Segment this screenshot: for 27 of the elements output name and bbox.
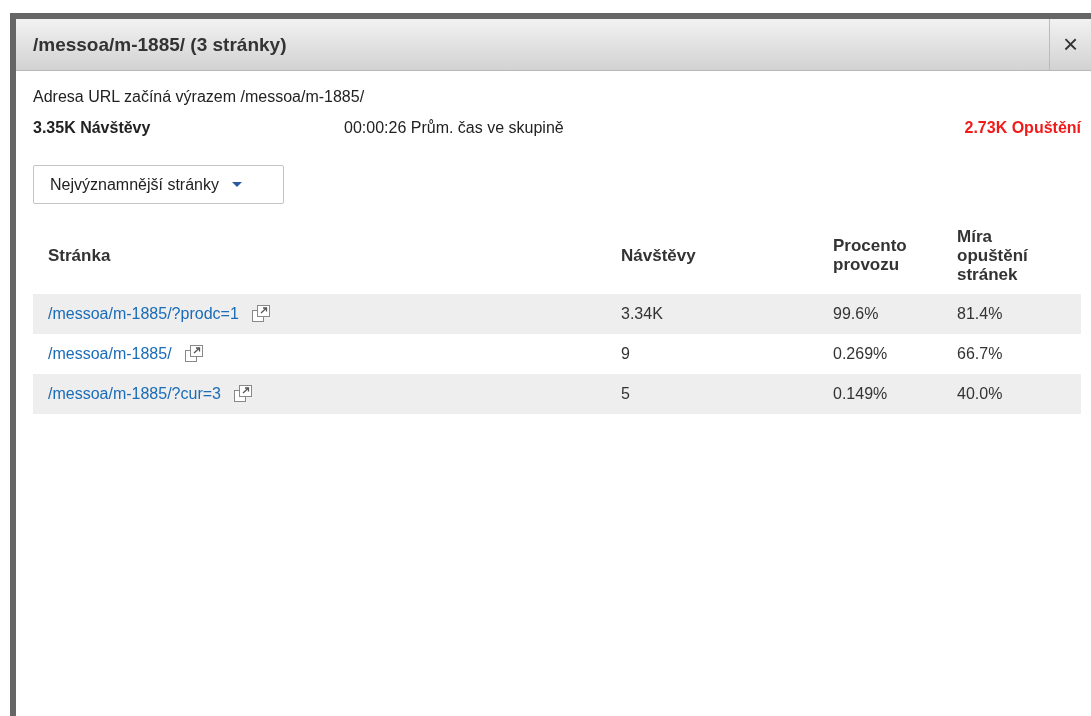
- open-in-new-window-icon[interactable]: [183, 344, 204, 364]
- average-time: 00:00:26 Prům. čas ve skupině: [344, 119, 564, 136]
- close-button[interactable]: ×: [1049, 19, 1091, 70]
- column-header: Míra opuštění stránek: [957, 226, 1029, 284]
- table-cell: 81.4%: [957, 305, 1003, 322]
- table-cell: 5: [621, 385, 630, 402]
- table-cell: 99.6%: [833, 305, 879, 322]
- table-cell: 9: [621, 345, 630, 362]
- filter-description: Adresa URL začíná výrazem /messoa/m-1885/: [33, 88, 366, 107]
- page-link[interactable]: /messoa/m-1885/: [48, 345, 172, 363]
- page-link[interactable]: /messoa/m-1885/?prodc=1: [48, 305, 239, 323]
- column-header: Návštěvy: [621, 245, 696, 265]
- table-cell: 0.149%: [833, 385, 888, 402]
- exits-total: 2.73K Opuštění: [964, 119, 1081, 137]
- table-cell: 3.34K: [621, 305, 663, 322]
- dialog-title: /messoa/m-1885/ (3 stránky): [32, 32, 288, 57]
- caret-icon: [231, 182, 242, 187]
- table-cell: 40.0%: [957, 385, 1003, 402]
- open-in-new-window-icon[interactable]: [250, 304, 271, 324]
- column-header: Procento provozu: [833, 236, 908, 274]
- column-header: Stránka: [48, 245, 111, 265]
- open-in-new-window-icon[interactable]: [233, 384, 253, 404]
- table-cell: 66.7%: [957, 345, 1003, 362]
- visits-total: 3.35K Návštěvy: [33, 119, 151, 136]
- page-link[interactable]: /messoa/m-1885/?cur=3: [48, 385, 221, 403]
- table-cell: 0.269%: [833, 345, 888, 362]
- pages-dropdown[interactable]: Nejvýznamnější stránky: [33, 165, 284, 204]
